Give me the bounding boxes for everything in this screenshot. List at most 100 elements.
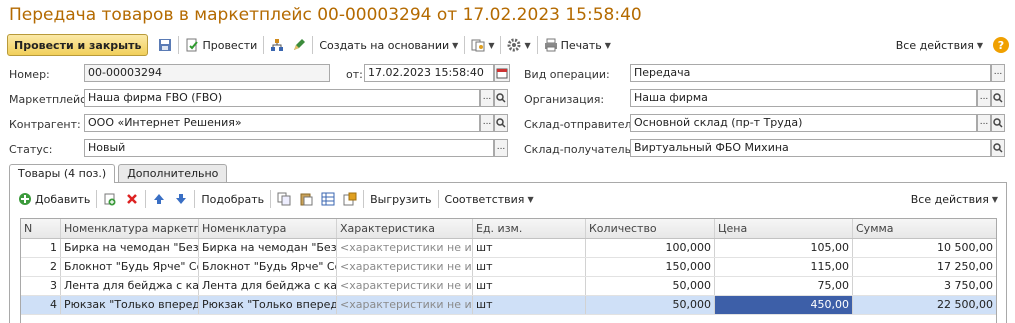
table-all-actions-menu[interactable]: Все действия ▼ [907, 188, 1002, 210]
amount-cell[interactable]: 3 750,00 [853, 277, 996, 295]
help-button[interactable]: ? [993, 37, 1009, 53]
status-label: Статус: [9, 143, 53, 156]
operation-type-select-button[interactable]: ... [991, 64, 1005, 82]
save-button[interactable] [154, 34, 176, 56]
organization-open-button[interactable] [991, 89, 1005, 107]
column-header-characteristic[interactable]: Характеристика [337, 219, 473, 238]
settings-button[interactable]: ▼ [503, 34, 534, 56]
copy-button[interactable] [273, 188, 295, 210]
edit-pen-button[interactable] [288, 34, 310, 56]
toolbar-divider [145, 190, 147, 208]
row-number-cell[interactable]: 4 [21, 296, 61, 314]
quantity-cell[interactable]: 150,000 [586, 258, 715, 276]
paste-button[interactable] [295, 188, 317, 210]
post-button[interactable]: Провести [181, 34, 261, 56]
add-row-button[interactable]: Добавить [14, 188, 94, 210]
price-cell-focused[interactable]: 450,00 [715, 296, 853, 314]
structure-button[interactable] [266, 34, 288, 56]
marketplace-open-button[interactable] [494, 89, 508, 107]
price-cell[interactable]: 105,00 [715, 239, 853, 257]
mapping-menu[interactable]: Соответствия ▼ [441, 188, 538, 210]
unit-cell[interactable]: шт [473, 296, 586, 314]
status-field[interactable]: Новый [84, 139, 494, 157]
marketplace-field[interactable]: Наша фирма FBO (FBO) [84, 89, 480, 107]
marketplace-item-cell[interactable]: Лента для бейджа с кар... [61, 277, 199, 295]
table-toolbar: Добавить Подобрать Выгрузить Соответстви… [14, 188, 1002, 210]
create-based-on-menu[interactable]: Создать на основании ▼ [315, 34, 462, 56]
operation-type-field[interactable]: Передача [630, 64, 991, 82]
amount-cell[interactable]: 22 500,00 [853, 296, 996, 314]
receiver-warehouse-open-button[interactable] [991, 139, 1005, 157]
column-header-price[interactable]: Цена [715, 219, 853, 238]
row-number-cell[interactable]: 1 [21, 239, 61, 257]
item-cell[interactable]: Бирка на чемодан "Без ... [199, 239, 337, 257]
unit-cell[interactable]: шт [473, 277, 586, 295]
move-down-button[interactable] [170, 188, 192, 210]
organization-field[interactable]: Наша фирма [630, 89, 977, 107]
unit-cell[interactable]: шт [473, 239, 586, 257]
marketplace-select-button[interactable]: ... [480, 89, 494, 107]
marketplace-item-cell[interactable]: Блокнот "Будь Ярче" Со... [61, 258, 199, 276]
sender-warehouse-field[interactable]: Основной склад (пр-т Труда) [630, 114, 977, 132]
counterparty-field[interactable]: ООО «Интернет Решения» [84, 114, 480, 132]
table-row[interactable]: 1 Бирка на чемодан "Без ... Бирка на чем… [21, 239, 996, 258]
number-field[interactable]: 00-00003294 [84, 64, 330, 82]
marketplace-label: Маркетплейс: [9, 93, 90, 106]
move-up-button[interactable] [148, 188, 170, 210]
marketplace-item-cell[interactable]: Рюкзак "Только вперед... [61, 296, 199, 314]
all-actions-label: Все действия [895, 38, 974, 52]
counterparty-select-button[interactable]: ... [480, 114, 494, 132]
copy-row-button[interactable] [99, 188, 121, 210]
table-row-selected[interactable]: 4 Рюкзак "Только вперед... Рюкзак "Тольк… [21, 296, 996, 315]
organization-select-button[interactable]: ... [977, 89, 991, 107]
all-actions-menu[interactable]: Все действия ▼ [892, 34, 987, 56]
tab-goods[interactable]: Товары (4 поз.) [9, 164, 116, 183]
column-header-item[interactable]: Номенклатура [199, 219, 337, 238]
marketplace-item-cell[interactable]: Бирка на чемодан "Без ... [61, 239, 199, 257]
delete-row-button[interactable] [121, 188, 143, 210]
column-header-n[interactable]: N [21, 219, 61, 238]
calendar-button[interactable] [494, 64, 510, 82]
tab-additional[interactable]: Дополнительно [118, 164, 228, 182]
status-select-button[interactable]: ... [494, 139, 508, 157]
characteristic-cell[interactable]: <характеристики не исп... [337, 296, 473, 314]
create-based-label: Создать на основании [319, 38, 450, 52]
upload-button[interactable]: Выгрузить [366, 188, 435, 210]
sender-warehouse-open-button[interactable] [991, 114, 1005, 132]
column-header-unit[interactable]: Ед. изм. [473, 219, 586, 238]
price-cell[interactable]: 115,00 [715, 258, 853, 276]
characteristic-cell[interactable]: <характеристики не исп... [337, 239, 473, 257]
amount-cell[interactable]: 17 250,00 [853, 258, 996, 276]
row-number-cell[interactable]: 3 [21, 277, 61, 295]
amount-cell[interactable]: 10 500,00 [853, 239, 996, 257]
item-cell[interactable]: Лента для бейджа с кар... [199, 277, 337, 295]
documents-icon [471, 38, 485, 52]
characteristic-cell[interactable]: <характеристики не исп... [337, 277, 473, 295]
print-menu[interactable]: Печать ▼ [540, 34, 615, 56]
price-cell[interactable]: 75,00 [715, 277, 853, 295]
select-goods-button[interactable]: Подобрать [197, 188, 268, 210]
item-cell[interactable]: Блокнот "Будь Ярче" Со... [199, 258, 337, 276]
chevron-down-icon: ▼ [452, 40, 459, 50]
toolbar-divider [437, 190, 439, 208]
sender-warehouse-select-button[interactable]: ... [977, 114, 991, 132]
quantity-cell[interactable]: 50,000 [586, 277, 715, 295]
date-field[interactable]: 17.02.2023 15:58:40 [364, 64, 494, 82]
counterparty-open-button[interactable] [494, 114, 508, 132]
item-cell[interactable]: Рюкзак "Только вперед... [199, 296, 337, 314]
characteristic-cell[interactable]: <характеристики не исп... [337, 258, 473, 276]
post-and-close-button[interactable]: Провести и закрыть [7, 34, 149, 56]
related-documents-button[interactable]: ▼ [467, 34, 498, 56]
column-header-quantity[interactable]: Количество [586, 219, 715, 238]
table-settings-button[interactable] [317, 188, 339, 210]
table-row[interactable]: 2 Блокнот "Будь Ярче" Со... Блокнот "Буд… [21, 258, 996, 277]
column-header-amount[interactable]: Сумма [853, 219, 996, 238]
column-header-marketplace-item[interactable]: Номенклатура маркетпл... [61, 219, 199, 238]
quantity-cell[interactable]: 50,000 [586, 296, 715, 314]
table-row[interactable]: 3 Лента для бейджа с кар... Лента для бе… [21, 277, 996, 296]
quantity-cell[interactable]: 100,000 [586, 239, 715, 257]
row-number-cell[interactable]: 2 [21, 258, 61, 276]
fill-button[interactable] [339, 188, 361, 210]
unit-cell[interactable]: шт [473, 258, 586, 276]
receiver-warehouse-field[interactable]: Виртуальный ФБО Михина [630, 139, 991, 157]
